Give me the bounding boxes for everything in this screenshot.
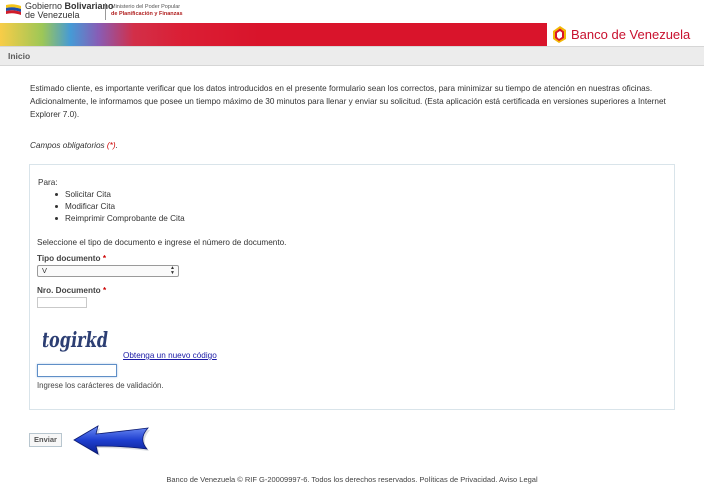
captcha-image: togirkd — [43, 327, 110, 352]
venezuela-flag-icon — [6, 4, 21, 15]
intro-paragraph: Estimado cliente, es importante verifica… — [30, 84, 666, 119]
list-item: Solicitar Cita — [38, 189, 185, 201]
nro-documento-input[interactable] — [37, 297, 87, 308]
header-divider — [105, 3, 106, 20]
required-fields-note: Campos obligatorios (*). — [30, 141, 118, 150]
bcv-logo-icon — [553, 26, 566, 43]
top-bar: Gobierno Bolivariano de Venezuela Minist… — [0, 0, 704, 24]
form-panel: Para: Solicitar Cita Modificar Cita Reim… — [29, 164, 675, 410]
list-item: Reimprimir Comprobante de Cita — [38, 213, 185, 225]
breadcrumb-home[interactable]: Inicio — [8, 51, 30, 61]
para-label: Para: — [38, 178, 58, 187]
bank-logo[interactable]: Banco de Venezuela — [547, 23, 704, 46]
header-banner: Banco de Venezuela — [0, 23, 704, 46]
captcha-hint: Ingrese los carácteres de validación. — [37, 381, 164, 390]
list-item: Modificar Cita — [38, 201, 185, 213]
select-arrows-icon: ▲ ▼ — [170, 265, 175, 276]
ministry-text: Ministerio del Poder Popular de Planific… — [111, 4, 183, 17]
purpose-list: Solicitar Cita Modificar Cita Reimprimir… — [38, 189, 185, 225]
svg-text:togirkd: togirkd — [43, 327, 110, 352]
breadcrumb: Inicio — [0, 46, 704, 66]
new-captcha-link[interactable]: Obtenga un nuevo código — [123, 351, 217, 360]
tipo-documento-label: Tipo documento * — [37, 254, 106, 263]
gobierno-logo: Gobierno Bolivariano de Venezuela Minist… — [5, 2, 205, 21]
gobierno-text: Gobierno Bolivariano de Venezuela — [25, 1, 114, 20]
tipo-documento-value: V — [42, 266, 48, 275]
pointer-arrow-icon — [73, 425, 150, 456]
nro-documento-label: Nro. Documento * — [37, 286, 107, 295]
bank-name: Banco de Venezuela — [571, 27, 691, 42]
captcha-input[interactable] — [37, 364, 117, 377]
intro-text: Estimado cliente, es importante verifica… — [30, 82, 680, 121]
footer: Banco de Venezuela © RIF G-20009997-6. T… — [166, 475, 538, 484]
form-instruction: Seleccione el tipo de documento e ingres… — [37, 238, 287, 247]
tipo-documento-select[interactable]: V ▲ ▼ — [37, 265, 179, 277]
submit-button[interactable]: Enviar — [29, 433, 62, 447]
